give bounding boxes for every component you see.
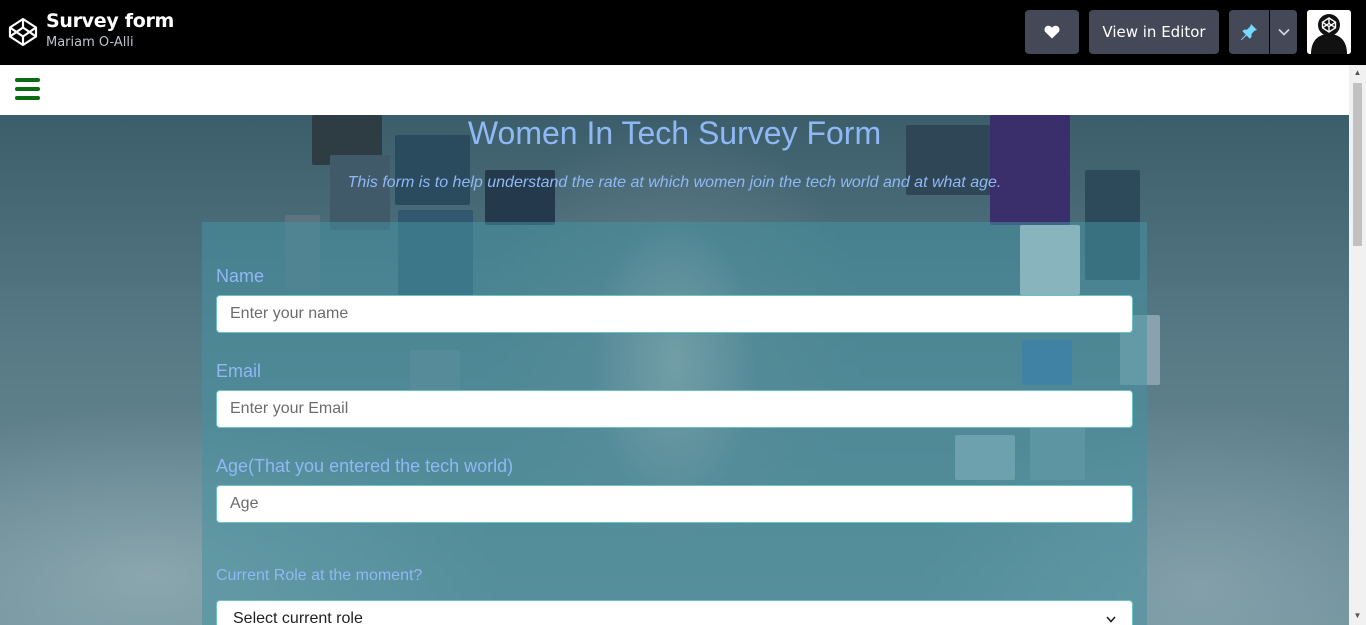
heart-icon [1044,25,1060,39]
scroll-down-arrow-icon[interactable]: ▼ [1353,611,1362,621]
role-select-value: Select current role [233,610,363,625]
name-label: Name [216,266,265,286]
age-input[interactable] [216,485,1133,523]
chevron-down-icon [1277,28,1290,36]
form-title: Women In Tech Survey Form [467,115,882,151]
chevron-down-icon [1106,615,1116,623]
pin-button[interactable] [1229,10,1269,54]
pin-icon [1240,24,1257,41]
site-navbar [0,65,1349,115]
codepen-logo-icon[interactable] [7,16,39,48]
survey-form: Name Email Age(That you entered the tech… [202,222,1147,625]
email-label: Email [216,361,262,381]
hamburger-menu-icon[interactable] [15,78,40,100]
scroll-up-arrow-icon[interactable]: ▲ [1353,68,1362,78]
view-in-editor-button[interactable]: View in Editor [1089,10,1219,54]
user-avatar[interactable] [1307,10,1351,54]
name-input[interactable] [216,295,1133,333]
age-label: Age(That you entered the tech world) [216,456,514,476]
pen-author-link[interactable]: Mariam O-Alli [46,35,134,50]
scrollbar-thumb[interactable] [1353,83,1362,246]
like-button[interactable] [1025,10,1079,54]
role-select[interactable]: Select current role [216,600,1133,625]
avatar-icon [1307,10,1351,54]
role-label: Current Role at the moment? [216,567,423,584]
preview-scrollbar[interactable]: ▲ ▼ [1349,65,1366,625]
pin-dropdown-button[interactable] [1270,10,1297,54]
codepen-header: Survey form Mariam O-Alli View in Editor [0,0,1366,65]
background-tile [330,155,390,230]
survey-background: Women In Tech Survey Form This form is t… [0,115,1349,625]
pen-preview: Women In Tech Survey Form This form is t… [0,65,1366,625]
form-description: This form is to help understand the rate… [347,174,1002,191]
email-input[interactable] [216,390,1133,428]
pen-title: Survey form [46,10,175,32]
